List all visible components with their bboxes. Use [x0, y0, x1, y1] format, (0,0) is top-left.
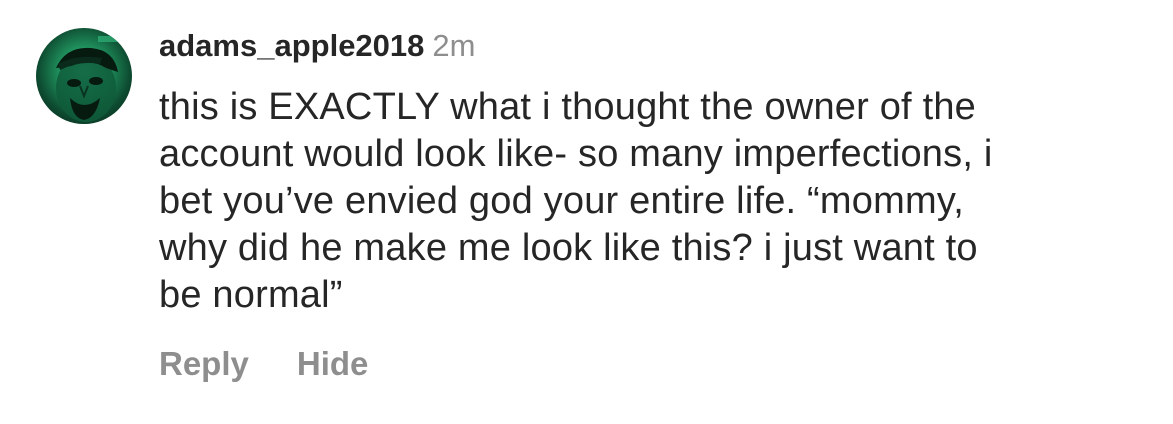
comment-text-line: account would look like- so many imperfe…: [159, 133, 993, 175]
comment-text-line: why did he make me look like this? i jus…: [159, 227, 978, 269]
comment: adams_apple2018 2m this is EXACTLY what i…: [0, 0, 1173, 424]
profile-photo-icon: [56, 36, 120, 122]
reply-button[interactable]: Reply: [159, 345, 249, 382]
comment-text: this is EXACTLY what i thought the owner…: [159, 84, 1139, 319]
timestamp[interactable]: 2m: [432, 28, 475, 63]
comment-body: adams_apple2018 2m this is EXACTLY what i…: [159, 26, 1139, 319]
comment-actions: Reply Hide: [159, 342, 368, 386]
comment-text-line: bet you’ve envied god your entire life. …: [159, 180, 964, 222]
comment-text-line: this is EXACTLY what i thought the owner…: [159, 86, 976, 128]
hide-button[interactable]: Hide: [297, 345, 369, 382]
comment-text-line: be normal”: [159, 274, 343, 316]
username[interactable]: adams_apple2018: [159, 28, 424, 63]
avatar[interactable]: [36, 28, 132, 124]
comment-header: adams_apple2018 2m: [159, 26, 1139, 66]
